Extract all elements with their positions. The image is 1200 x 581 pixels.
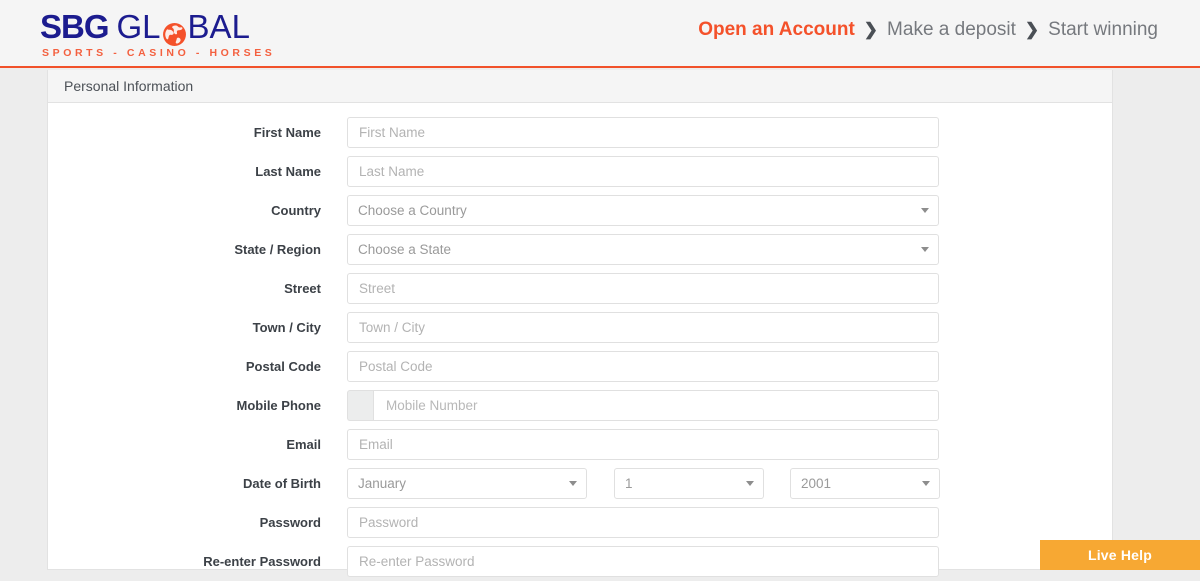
logo-gl-text: GL: [117, 8, 161, 46]
state-select[interactable]: Choose a State: [347, 234, 939, 265]
birth-day-select[interactable]: 1: [614, 468, 764, 499]
control-street: Street: [347, 273, 939, 304]
globe-icon: [162, 17, 187, 42]
chevron-down-icon: [746, 481, 754, 486]
control-reenter-password: Re-enter Password: [347, 546, 939, 577]
label-postal-code: Postal Code: [48, 359, 347, 374]
label-reenter-password: Re-enter Password: [48, 554, 347, 569]
logo-sbg-text: SBG: [40, 8, 109, 46]
live-help-button[interactable]: Live Help: [1040, 540, 1200, 570]
logo-wordmark: SBG GL BAL: [40, 8, 340, 46]
personal-information-panel: Personal Information First Name First Na…: [47, 70, 1113, 570]
street-input[interactable]: Street: [347, 273, 939, 304]
breadcrumb-step-start-winning: Start winning: [1048, 19, 1158, 41]
control-email: Email: [347, 429, 939, 460]
mobile-phone-group: Mobile Number: [347, 390, 939, 421]
birth-month-value: January: [358, 476, 406, 491]
chevron-down-icon: [921, 247, 929, 252]
breadcrumb-step-make-a-deposit: Make a deposit: [887, 19, 1016, 41]
label-town-city: Town / City: [48, 320, 347, 335]
control-date-of-birth: January 1 2001: [347, 468, 940, 499]
form-row-street: Street Street: [48, 269, 1112, 308]
control-mobile-phone: Mobile Number: [347, 390, 939, 421]
control-town-city: Town / City: [347, 312, 939, 343]
panel-header: Personal Information: [48, 70, 1112, 103]
form-row-country: Country Choose a Country: [48, 191, 1112, 230]
first-name-input[interactable]: First Name: [347, 117, 939, 148]
registration-form: First Name First Name Last Name Last Nam…: [48, 103, 1112, 581]
form-row-mobile-phone: Mobile Phone Mobile Number: [48, 386, 1112, 425]
last-name-input[interactable]: Last Name: [347, 156, 939, 187]
form-row-last-name: Last Name Last Name: [48, 152, 1112, 191]
control-state: Choose a State: [347, 234, 939, 265]
state-select-value: Choose a State: [358, 242, 451, 257]
chevron-right-icon: ❯: [1025, 20, 1039, 40]
mobile-phone-country-code[interactable]: [347, 390, 373, 421]
birth-year-select[interactable]: 2001: [790, 468, 940, 499]
chevron-down-icon: [569, 481, 577, 486]
control-last-name: Last Name: [347, 156, 939, 187]
birth-day-value: 1: [625, 476, 633, 491]
chevron-down-icon: [922, 481, 930, 486]
form-row-reenter-password: Re-enter Password Re-enter Password: [48, 542, 1112, 581]
chevron-down-icon: [921, 208, 929, 213]
birth-month-select[interactable]: January: [347, 468, 587, 499]
birth-year-value: 2001: [801, 476, 831, 491]
breadcrumb-step-open-an-account[interactable]: Open an Account: [698, 19, 855, 41]
mobile-number-input[interactable]: Mobile Number: [373, 390, 939, 421]
reenter-password-input[interactable]: Re-enter Password: [347, 546, 939, 577]
label-mobile-phone: Mobile Phone: [48, 398, 347, 413]
label-street: Street: [48, 281, 347, 296]
form-row-email: Email Email: [48, 425, 1112, 464]
control-first-name: First Name: [347, 117, 939, 148]
page-title: Personal Information: [64, 78, 193, 94]
logo-tagline: SPORTS - CASINO - HORSES: [42, 47, 340, 59]
postal-code-input[interactable]: Postal Code: [347, 351, 939, 382]
password-input[interactable]: Password: [347, 507, 939, 538]
country-select-value: Choose a Country: [358, 203, 467, 218]
form-row-first-name: First Name First Name: [48, 113, 1112, 152]
label-state-region: State / Region: [48, 242, 347, 257]
logo-bal-text: BAL: [188, 8, 250, 46]
label-email: Email: [48, 437, 347, 452]
form-row-town-city: Town / City Town / City: [48, 308, 1112, 347]
label-country: Country: [48, 203, 347, 218]
control-postal-code: Postal Code: [347, 351, 939, 382]
breadcrumb: Open an Account ❯ Make a deposit ❯ Start…: [698, 19, 1158, 41]
label-password: Password: [48, 515, 347, 530]
email-input[interactable]: Email: [347, 429, 939, 460]
control-password: Password: [347, 507, 939, 538]
label-last-name: Last Name: [48, 164, 347, 179]
country-select[interactable]: Choose a Country: [347, 195, 939, 226]
date-of-birth-group: January 1 2001: [347, 468, 940, 499]
label-date-of-birth: Date of Birth: [48, 476, 347, 491]
control-country: Choose a Country: [347, 195, 939, 226]
chevron-right-icon: ❯: [864, 20, 878, 40]
label-first-name: First Name: [48, 125, 347, 140]
town-city-input[interactable]: Town / City: [347, 312, 939, 343]
form-row-password: Password Password: [48, 503, 1112, 542]
page-header: SBG GL BAL SPORTS - CASINO - HORSES Open…: [0, 0, 1200, 68]
form-row-state: State / Region Choose a State: [48, 230, 1112, 269]
form-row-postal-code: Postal Code Postal Code: [48, 347, 1112, 386]
brand-logo[interactable]: SBG GL BAL SPORTS - CASINO - HORSES: [40, 8, 340, 59]
form-row-date-of-birth: Date of Birth January 1 2001: [48, 464, 1112, 503]
